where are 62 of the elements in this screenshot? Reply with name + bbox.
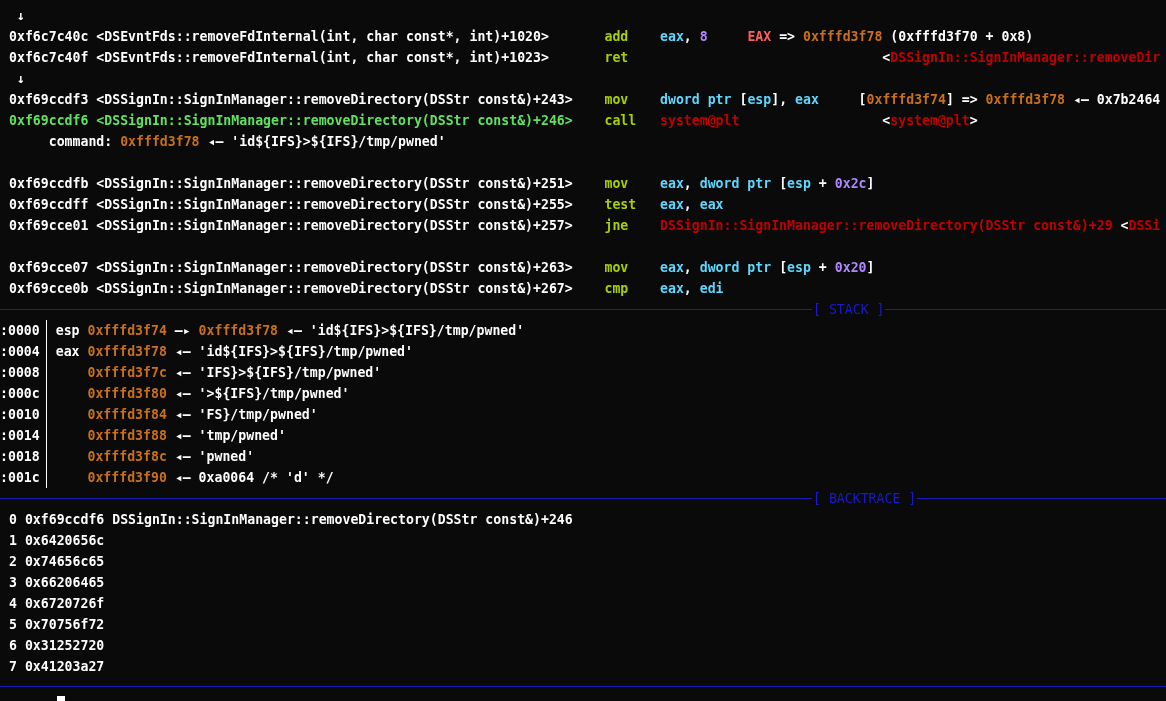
section-header: [ BACKTRACE ]	[812, 490, 918, 508]
instruction-mnemonic: call	[604, 112, 638, 130]
stack-offset: :0018	[0, 448, 40, 466]
instruction-location: 0xf69ccdf3 <DSSignIn::SignInManager::removeDirectory(DSStr const&)+243>	[9, 91, 574, 109]
stack-offset: :0010	[0, 406, 40, 424]
stack-offset: :0008	[0, 364, 40, 382]
instruction-mnemonic: test	[604, 196, 638, 214]
pointer-chain: 0xfffd3f8c ◂— 'pwned'	[87, 448, 255, 466]
instruction-operands: eax, edi	[660, 280, 724, 298]
instruction-location: 0xf6c7c40c <DSEvntFds::removeFdInternal(int, char const*, int)+1020>	[9, 28, 550, 46]
instruction-mnemonic: cmp	[604, 280, 630, 298]
pointer-chain: 0xfffd3f88 ◂— 'tmp/pwned'	[87, 427, 286, 445]
instruction-operands: system@plt	[660, 112, 740, 130]
instruction-location: 0xf69cce01 <DSSignIn::SignInManager::removeDirectory(DSStr const&)+257>	[9, 217, 574, 235]
section-header: [ STACK ]	[812, 301, 886, 319]
instruction-annotation: EAX => 0xfffd3f78 (0xfffd3f70 + 0x8)	[747, 28, 1034, 46]
instruction-mnemonic: jne	[604, 217, 630, 235]
instruction-operands: dword ptr [esp], eax	[660, 91, 819, 109]
pointer-chain: 0xfffd3f84 ◂— 'FS}/tmp/pwned'	[87, 406, 318, 424]
backtrace-frame: 5 0x70756f72	[9, 614, 105, 635]
instruction-annotation: <system@plt>	[882, 112, 978, 130]
instruction-mnemonic: mov	[604, 91, 630, 109]
pointer-chain: 0xfffd3f7c ◂— 'IFS}>${IFS}/tmp/pwned'	[87, 364, 382, 382]
stack-offset: :000c	[0, 385, 40, 403]
register-label: eax	[55, 343, 81, 361]
backtrace-frame: 2 0x74656c65	[9, 551, 105, 572]
instruction-annotation: <DSSignIn::SignInManager::removeDir	[882, 49, 1161, 67]
pointer-chain: 0xfffd3f78 ◂— 'id${IFS}>${IFS}/tmp/pwned'	[87, 343, 413, 361]
backtrace-frame: 0 0xf69ccdf6 DSSignIn::SignInManager::removeDirectory(DSStr const&)+246	[9, 509, 573, 530]
instruction-location: 0xf6c7c40f <DSEvntFds::removeFdInternal(int, char const*, int)+1023>	[9, 49, 550, 67]
instruction-operands: eax, eax	[660, 196, 724, 214]
instruction-location: 0xf69cce07 <DSSignIn::SignInManager::removeDirectory(DSStr const&)+263>	[9, 259, 574, 277]
stack-offset: :001c	[0, 469, 40, 487]
instruction-mnemonic: mov	[604, 259, 630, 277]
pointer-chain: 0xfffd3f90 ◂— 0xa0064 /* 'd' */	[87, 469, 334, 487]
instruction-location: 0xf69cce0b <DSSignIn::SignInManager::removeDirectory(DSStr const&)+267>	[9, 280, 574, 298]
stack-offset: :0000	[0, 322, 40, 340]
backtrace-frame: 4 0x6720726f	[9, 593, 105, 614]
backtrace-frame: 3 0x66206465	[9, 572, 105, 593]
jump-arrow: ↓	[16, 70, 25, 88]
stack-offset: :0004	[0, 343, 40, 361]
register-label: esp	[55, 322, 81, 340]
backtrace-frame: 6 0x31252720	[9, 635, 105, 656]
backtrace-frame: 7 0x41203a27	[9, 656, 105, 677]
backtrace-frame: 1 0x6420656c	[9, 530, 105, 551]
jump-arrow: ↓	[16, 7, 25, 25]
stack-offset: :0014	[0, 427, 40, 445]
instruction-location: 0xf69ccdf6 <DSSignIn::SignInManager::removeDirectory(DSStr const&)+246>	[9, 112, 574, 130]
instruction-operands: DSSignIn::SignInManager::removeDirectory(DSStr const&)+29	[660, 217, 1113, 235]
instruction-location: 0xf69ccdff <DSSignIn::SignInManager::removeDirectory(DSStr const&)+255>	[9, 196, 574, 214]
argument-text: command: 0xfffd3f78 ◂— 'id${IFS}>${IFS}/tmp/pwned'	[48, 133, 446, 151]
instruction-operands: eax, dword ptr [esp + 0x20]	[660, 259, 875, 277]
instruction-location: 0xf69ccdfb <DSSignIn::SignInManager::removeDirectory(DSStr const&)+251>	[9, 175, 574, 193]
instruction-annotation: [0xfffd3f74] => 0xfffd3f78 ◂— 0x7b2464	[858, 91, 1161, 109]
instruction-mnemonic: mov	[604, 175, 630, 193]
pointer-chain: 0xfffd3f80 ◂— '>${IFS}/tmp/pwned'	[87, 385, 350, 403]
instruction-operands: eax, 8	[660, 28, 708, 46]
instruction-annotation: <DSSi	[1120, 217, 1161, 235]
instruction-mnemonic: add	[604, 28, 630, 46]
pointer-chain: 0xfffd3f74 —▸ 0xfffd3f78 ◂— 'id${IFS}>${IFS}/tmp/pwned'	[87, 322, 525, 340]
instruction-mnemonic: ret	[604, 49, 630, 67]
instruction-operands: eax, dword ptr [esp + 0x2c]	[660, 175, 875, 193]
